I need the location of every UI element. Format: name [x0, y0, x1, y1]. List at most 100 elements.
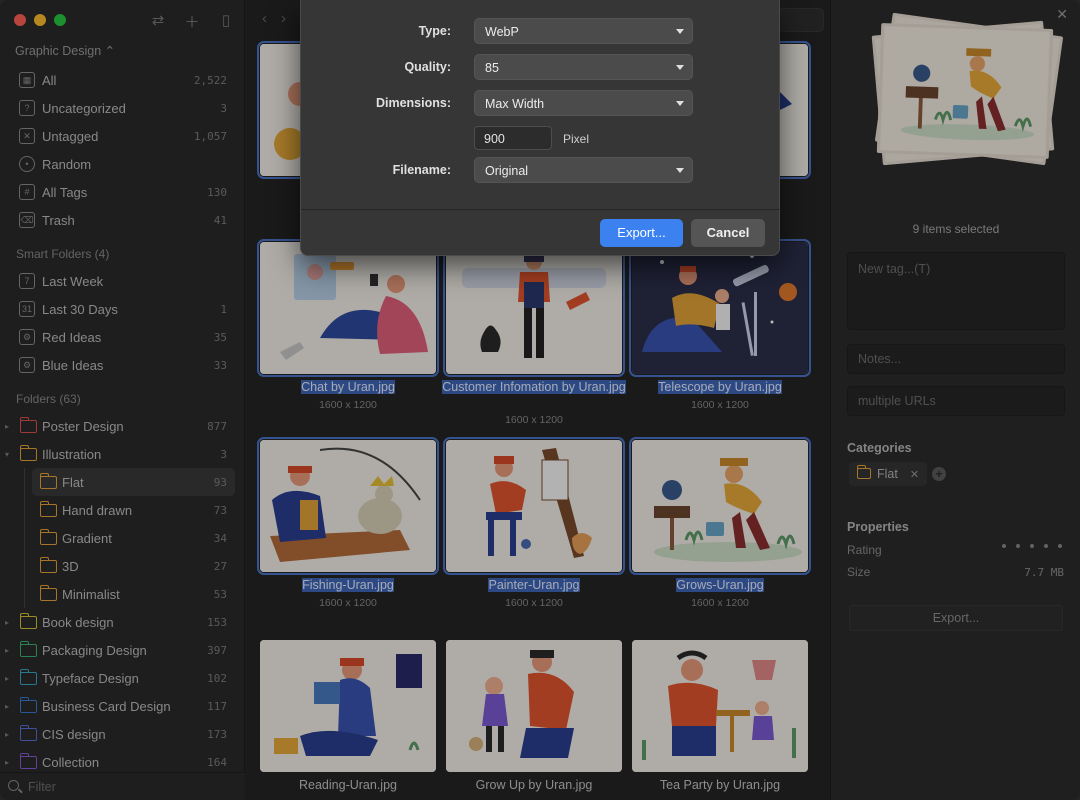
sidebar-item-label: All [42, 72, 57, 88]
quality-select[interactable]: 85 [474, 54, 693, 80]
type-label: Type: [418, 24, 451, 38]
folder-item-book-design[interactable]: ▸ Book design 153 [0, 608, 245, 636]
smart-folder-blue-ideas[interactable]: ⚙ Blue Ideas 33 [0, 351, 245, 379]
rating-dot[interactable] [1016, 544, 1020, 548]
expand-right-icon[interactable]: ▸ [5, 618, 9, 627]
sidebar-item-all[interactable]: ▦ All 2,522 [0, 66, 245, 94]
sidebar-item-label: Book design [42, 614, 114, 630]
folder-item-gradient[interactable]: Gradient 34 [0, 524, 245, 552]
back-icon[interactable]: ‹ [262, 10, 267, 27]
expand-down-icon[interactable]: ▾ [5, 450, 9, 459]
sidebar-item-count: 1 [220, 302, 227, 316]
dimensions-select[interactable]: Max Width [474, 90, 693, 116]
minimize-window-button[interactable] [34, 14, 46, 26]
sidebar-item-untagged[interactable]: ✕ Untagged 1,057 [0, 122, 245, 150]
rating-dot[interactable] [1030, 544, 1034, 548]
sidebar-item-count: 102 [207, 671, 227, 685]
sidebar-item-count: 93 [213, 475, 227, 489]
add-icon[interactable]: ＋ [184, 11, 200, 32]
filename-select[interactable]: Original [474, 157, 693, 183]
asset-name: Customer Infomation by Uran.jpg [442, 380, 626, 394]
sidebar-item-random[interactable]: • Random [0, 150, 245, 178]
library-switcher[interactable]: Graphic Design ⌃ [15, 43, 115, 58]
asset-thumbnail[interactable] [257, 239, 439, 377]
rating-dot[interactable] [1058, 544, 1062, 548]
cancel-button[interactable]: Cancel [691, 219, 765, 247]
folder-item-typeface-design[interactable]: ▸ Typeface Design 102 [0, 664, 245, 692]
asset-thumbnail[interactable] [632, 640, 808, 772]
asset-thumbnail[interactable] [257, 437, 439, 575]
asset-name: Painter-Uran.jpg [488, 578, 580, 592]
sidebar-item-trash[interactable]: ⌫ Trash 41 [0, 206, 245, 234]
inspector-export-button[interactable]: Export... [849, 605, 1063, 631]
notes-input[interactable]: Notes... [847, 344, 1065, 374]
size-value: 7.7 MB [1024, 566, 1064, 579]
folder-icon [39, 473, 57, 489]
tags-icon: # [19, 184, 35, 200]
asset-thumbnail[interactable] [260, 640, 436, 772]
folder-item-cis-design[interactable]: ▸ CIS design 173 [0, 720, 245, 748]
nav-arrows: ‹ › [262, 10, 286, 27]
sidebar-item-count: 35 [213, 330, 227, 344]
sidebar-item-count: 3 [220, 101, 227, 115]
folder-item-packaging-design[interactable]: ▸ Packaging Design 397 [0, 636, 245, 664]
asset-thumbnail[interactable] [446, 640, 622, 772]
export-button[interactable]: Export... [600, 219, 683, 247]
expand-right-icon[interactable]: ▸ [5, 674, 9, 683]
chevron-down-icon [676, 168, 684, 173]
zoom-window-button[interactable] [54, 14, 66, 26]
folder-item-business-card-design[interactable]: ▸ Business Card Design 117 [0, 692, 245, 720]
sidebar-item-uncategorized[interactable]: ? Uncategorized 3 [0, 94, 245, 122]
asset-thumbnail[interactable] [629, 239, 811, 377]
smart-folder-icon: ⚙ [19, 357, 35, 373]
search-icon [8, 780, 19, 791]
folder-item-poster-design[interactable]: ▸ Poster Design 877 [0, 412, 245, 440]
folder-item-minimalist[interactable]: Minimalist 53 [0, 580, 245, 608]
type-select[interactable]: WebP [474, 18, 693, 44]
filter-bar[interactable]: Filter [0, 772, 245, 800]
pixel-input[interactable]: 900 [474, 126, 552, 150]
rating-dot[interactable] [1044, 544, 1048, 548]
sidebar-toggle-icon[interactable]: ▯ [218, 11, 234, 32]
asset-dimensions: 1600 x 1200 [505, 597, 563, 609]
remove-category-icon[interactable]: ✕ [910, 468, 919, 481]
toolbar-search[interactable] [778, 8, 824, 32]
expand-right-icon[interactable]: ▸ [5, 646, 9, 655]
tag-input[interactable]: New tag...(T) [847, 252, 1065, 330]
asset-thumbnail[interactable] [629, 437, 811, 575]
add-category-icon[interactable]: + [932, 467, 946, 481]
expand-right-icon[interactable]: ▸ [5, 702, 9, 711]
urls-input[interactable]: multiple URLs [847, 386, 1065, 416]
asset-thumbnail[interactable] [443, 239, 625, 377]
smart-folder-red-ideas[interactable]: ⚙ Red Ideas 35 [0, 323, 245, 351]
filter-input[interactable]: Filter [28, 780, 56, 794]
close-window-button[interactable] [14, 14, 26, 26]
expand-right-icon[interactable]: ▸ [5, 758, 9, 767]
sidebar-item-count: 164 [207, 755, 227, 769]
sync-icon[interactable]: ⇄ [150, 11, 166, 32]
asset-name: Fishing-Uran.jpg [302, 578, 394, 592]
sidebar-item-all-tags[interactable]: # All Tags 130 [0, 178, 245, 206]
folder-item-flat[interactable]: Flat 93 [0, 468, 245, 496]
forward-icon[interactable]: › [281, 10, 286, 27]
expand-right-icon[interactable]: ▸ [5, 422, 9, 431]
rating-dot[interactable] [1002, 544, 1006, 548]
sidebar-item-label: Flat [62, 474, 84, 490]
sidebar-item-count: 41 [213, 213, 227, 227]
close-icon[interactable]: ✕ [1056, 6, 1068, 23]
folders-heading[interactable]: Folders (63) [16, 392, 81, 406]
asset-dimensions: 1600 x 1200 [319, 399, 377, 411]
folder-item-illustration[interactable]: ▾ Illustration 3 [0, 440, 245, 468]
sidebar-item-count: 1,057 [193, 129, 227, 143]
expand-right-icon[interactable]: ▸ [5, 730, 9, 739]
sidebar-item-count: 73 [213, 503, 227, 517]
folder-item-3d[interactable]: 3D 27 [0, 552, 245, 580]
smart-folder-last-30-days[interactable]: 31 Last 30 Days 1 [0, 295, 245, 323]
rating-stars[interactable] [1002, 544, 1062, 548]
category-chip[interactable]: Flat ✕ [849, 462, 928, 486]
smart-folders-heading[interactable]: Smart Folders (4) [16, 247, 109, 261]
asset-thumbnail[interactable] [443, 437, 625, 575]
smart-folder-last-week[interactable]: 7 Last Week [0, 267, 245, 295]
folder-item-hand-drawn[interactable]: Hand drawn 73 [0, 496, 245, 524]
filename-select-value: Original [485, 164, 529, 178]
